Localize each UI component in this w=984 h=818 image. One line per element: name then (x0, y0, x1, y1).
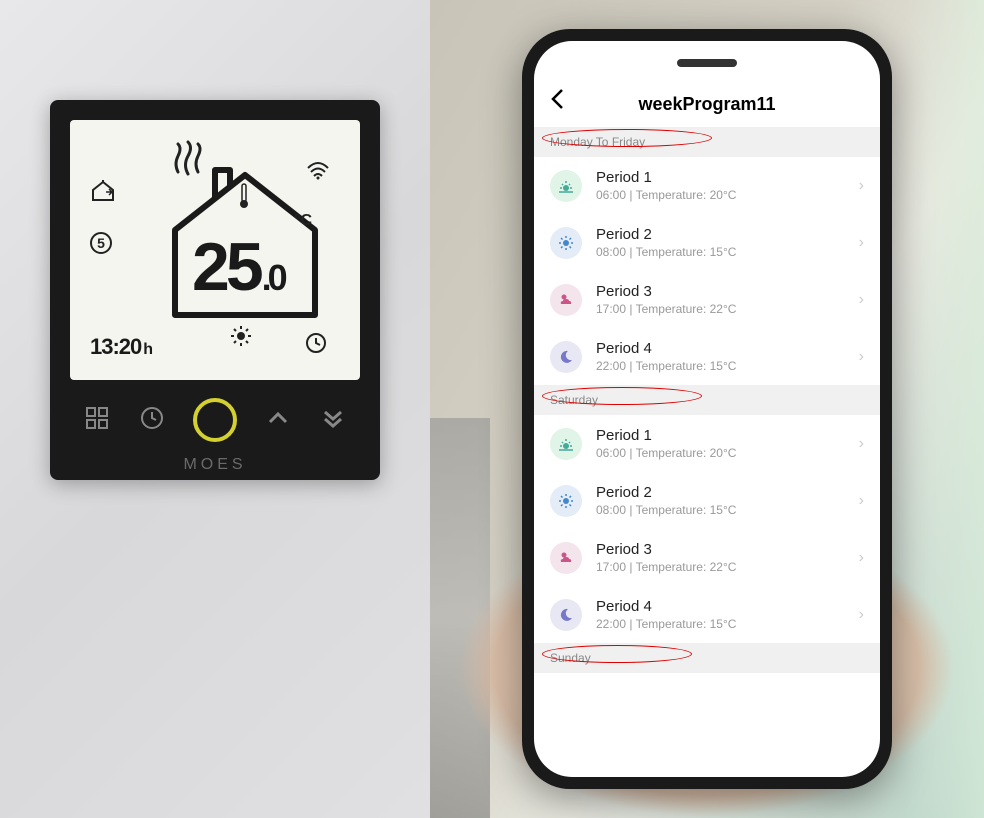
chevron-right-icon: › (859, 549, 864, 567)
left-panel: 5 °C 25.0 13:20h (0, 0, 430, 818)
chevron-right-icon: › (859, 348, 864, 366)
phone-frame: weekProgram11 Monday To Friday Period 1 06… (522, 29, 892, 789)
time-value: 13:20 (90, 334, 141, 359)
period-subtitle: 08:00 | Temperature: 15°C (596, 503, 859, 517)
page-title: weekProgram11 (638, 94, 775, 115)
brand-label: MOES (70, 456, 360, 474)
period-row[interactable]: Period 4 22:00 | Temperature: 15°C› (534, 586, 880, 643)
sun-mode-icon (230, 325, 252, 352)
highlight-oval (542, 387, 702, 405)
thermostat-screen: 5 °C 25.0 13:20h (70, 120, 360, 380)
schedule-clock-icon (304, 331, 328, 360)
period-text: Period 4 22:00 | Temperature: 15°C (596, 598, 859, 631)
temperature-int: 25 (192, 228, 260, 306)
back-button[interactable] (550, 88, 564, 117)
period-subtitle: 22:00 | Temperature: 15°C (596, 617, 859, 631)
away-home-icon (90, 180, 116, 207)
sun-icon (550, 227, 582, 259)
thermometer-icon (238, 182, 250, 215)
period-subtitle: 22:00 | Temperature: 15°C (596, 359, 859, 373)
highlight-oval (542, 129, 712, 147)
sunrise-icon (550, 428, 582, 460)
time-unit: h (143, 341, 152, 358)
temperature-unit: °C (294, 212, 312, 230)
temperature-dec: .0 (262, 257, 284, 299)
schedule-list[interactable]: Monday To Friday Period 1 06:00 | Temperat… (534, 127, 880, 777)
period-text: Period 1 06:00 | Temperature: 20°C (596, 169, 859, 202)
chevron-right-icon: › (859, 435, 864, 453)
period-title: Period 4 (596, 598, 859, 615)
period-row[interactable]: Period 1 06:00 | Temperature: 20°C› (534, 157, 880, 214)
period-subtitle: 17:00 | Temperature: 22°C (596, 560, 859, 574)
period-text: Period 2 08:00 | Temperature: 15°C (596, 484, 859, 517)
period-subtitle: 06:00 | Temperature: 20°C (596, 188, 859, 202)
program-number-badge: 5 (90, 232, 112, 254)
time-display: 13:20h (90, 334, 152, 360)
phone-speaker (677, 59, 737, 67)
moon-icon (550, 599, 582, 631)
chevron-right-icon: › (859, 234, 864, 252)
period-row[interactable]: Period 4 22:00 | Temperature: 15°C› (534, 328, 880, 385)
period-row[interactable]: Period 1 06:00 | Temperature: 20°C› (534, 415, 880, 472)
cloud-icon (550, 542, 582, 574)
clock-button[interactable] (139, 405, 165, 436)
period-subtitle: 06:00 | Temperature: 20°C (596, 446, 859, 460)
period-row[interactable]: Period 3 17:00 | Temperature: 22°C› (534, 529, 880, 586)
period-subtitle: 17:00 | Temperature: 22°C (596, 302, 859, 316)
period-title: Period 3 (596, 283, 859, 300)
period-title: Period 1 (596, 169, 859, 186)
sunrise-icon (550, 170, 582, 202)
period-row[interactable]: Period 2 08:00 | Temperature: 15°C› (534, 214, 880, 271)
period-title: Period 3 (596, 541, 859, 558)
period-text: Period 2 08:00 | Temperature: 15°C (596, 226, 859, 259)
period-title: Period 1 (596, 427, 859, 444)
sun-icon (550, 485, 582, 517)
chevron-right-icon: › (859, 492, 864, 510)
section-header: Sunday (534, 643, 880, 673)
temperature-display: 25.0 (192, 228, 284, 306)
period-title: Period 2 (596, 226, 859, 243)
app-header: weekProgram11 (534, 41, 880, 127)
thermostat-device: 5 °C 25.0 13:20h (50, 100, 380, 480)
cloud-icon (550, 284, 582, 316)
moon-icon (550, 341, 582, 373)
section-header: Monday To Friday (534, 127, 880, 157)
section-header: Saturday (534, 385, 880, 415)
right-panel: weekProgram11 Monday To Friday Period 1 06… (430, 0, 984, 818)
thermostat-button-row (70, 398, 360, 442)
period-title: Period 4 (596, 340, 859, 357)
period-text: Period 1 06:00 | Temperature: 20°C (596, 427, 859, 460)
down-double-button[interactable] (320, 405, 346, 436)
period-row[interactable]: Period 3 17:00 | Temperature: 22°C› (534, 271, 880, 328)
phone-screen: weekProgram11 Monday To Friday Period 1 06… (534, 41, 880, 777)
period-text: Period 4 22:00 | Temperature: 15°C (596, 340, 859, 373)
up-button[interactable] (265, 405, 291, 436)
chevron-right-icon: › (859, 291, 864, 309)
chevron-right-icon: › (859, 177, 864, 195)
power-ring-button[interactable] (193, 398, 237, 442)
highlight-oval (542, 645, 692, 663)
period-subtitle: 08:00 | Temperature: 15°C (596, 245, 859, 259)
period-title: Period 2 (596, 484, 859, 501)
menu-grid-button[interactable] (84, 405, 110, 436)
period-text: Period 3 17:00 | Temperature: 22°C (596, 541, 859, 574)
chevron-right-icon: › (859, 606, 864, 624)
period-text: Period 3 17:00 | Temperature: 22°C (596, 283, 859, 316)
period-row[interactable]: Period 2 08:00 | Temperature: 15°C› (534, 472, 880, 529)
